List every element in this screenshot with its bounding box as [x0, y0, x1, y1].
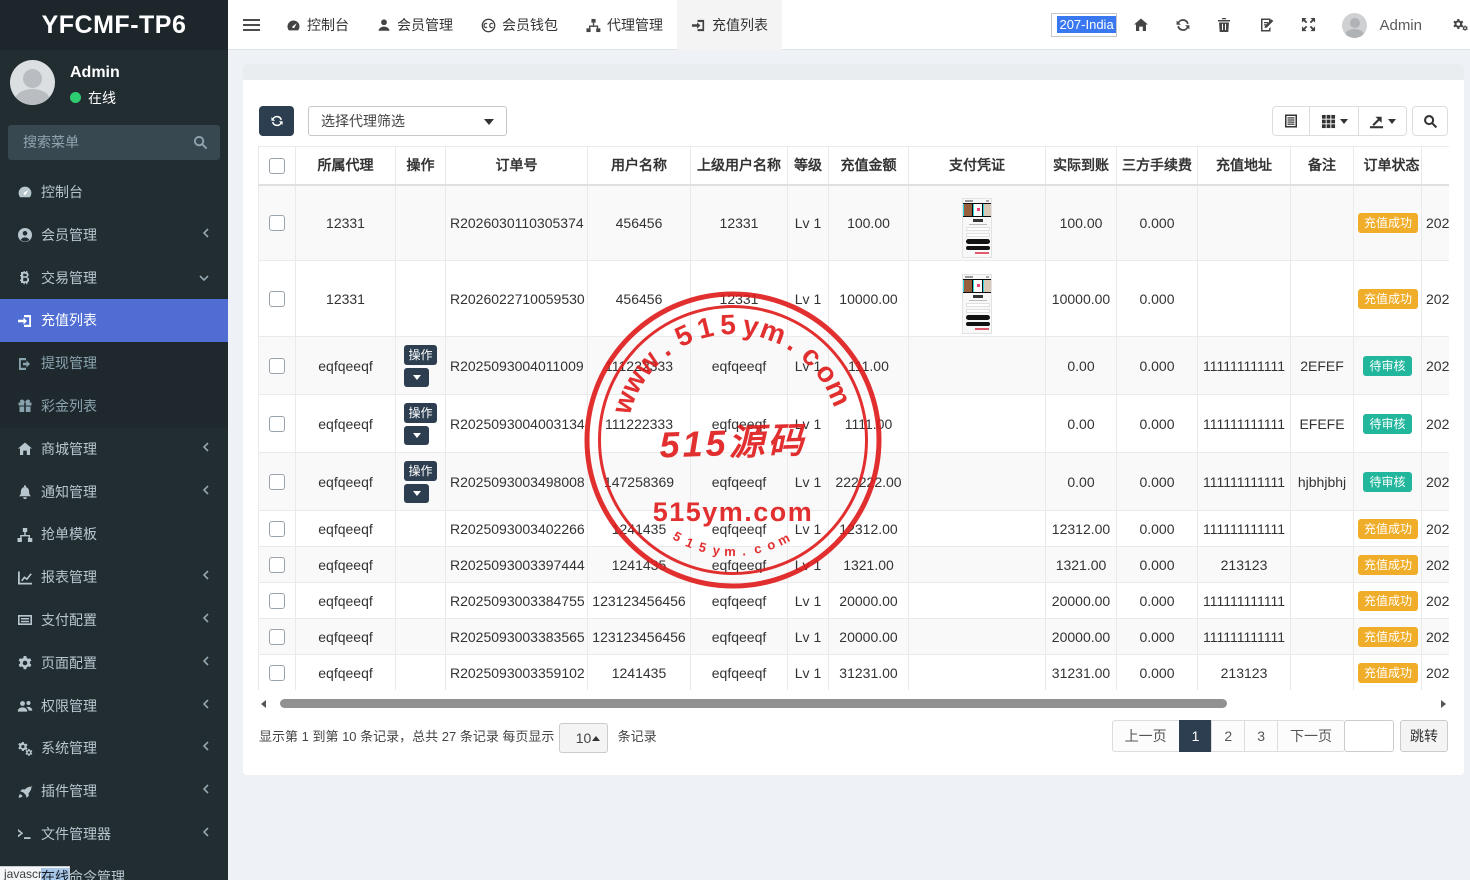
svg-text:5: 5 [697, 539, 708, 555]
svg-text:m: m [775, 530, 792, 549]
svg-text:5: 5 [670, 528, 684, 545]
svg-text:515ym.com: 515ym.com [653, 497, 814, 527]
svg-text:515源码: 515源码 [659, 419, 807, 465]
svg-text:y: y [712, 542, 722, 558]
svg-text:c: c [753, 541, 763, 557]
svg-text:1: 1 [683, 534, 696, 551]
svg-text:o: o [765, 536, 778, 553]
svg-text:5: 5 [720, 309, 737, 341]
svg-text:1: 1 [694, 311, 717, 345]
svg-text:m: m [724, 544, 736, 559]
svg-text:5: 5 [670, 318, 697, 353]
svg-text:.: . [741, 543, 746, 558]
